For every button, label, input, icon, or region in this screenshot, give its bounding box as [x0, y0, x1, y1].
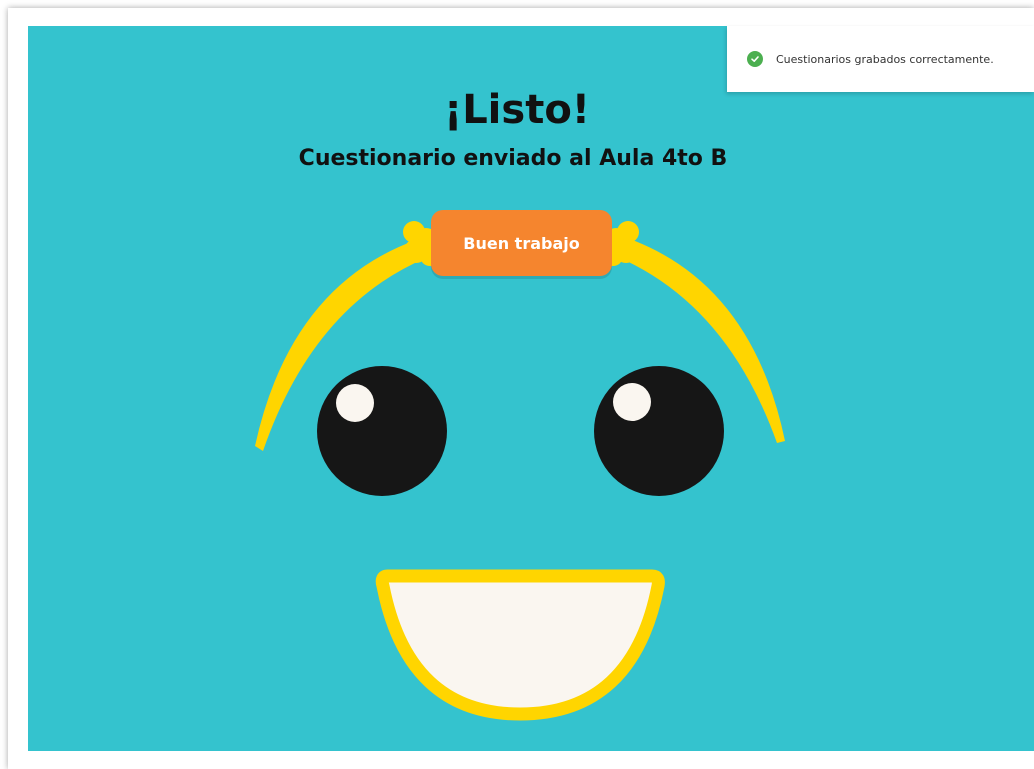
left-eye — [317, 366, 447, 496]
notification-message: Cuestionarios grabados correctamente. — [776, 52, 994, 66]
good-job-badge: Buen trabajo — [431, 210, 612, 276]
right-eye — [594, 366, 724, 496]
page-subtitle: Cuestionario enviado al Aula 4to B — [298, 146, 728, 171]
badge-label: Buen trabajo — [463, 233, 580, 253]
check-circle-icon — [747, 51, 763, 67]
success-notification: Cuestionarios grabados correctamente. — [727, 26, 1034, 92]
page-title: ¡Listo! — [443, 87, 591, 133]
success-illustration — [28, 26, 1034, 751]
